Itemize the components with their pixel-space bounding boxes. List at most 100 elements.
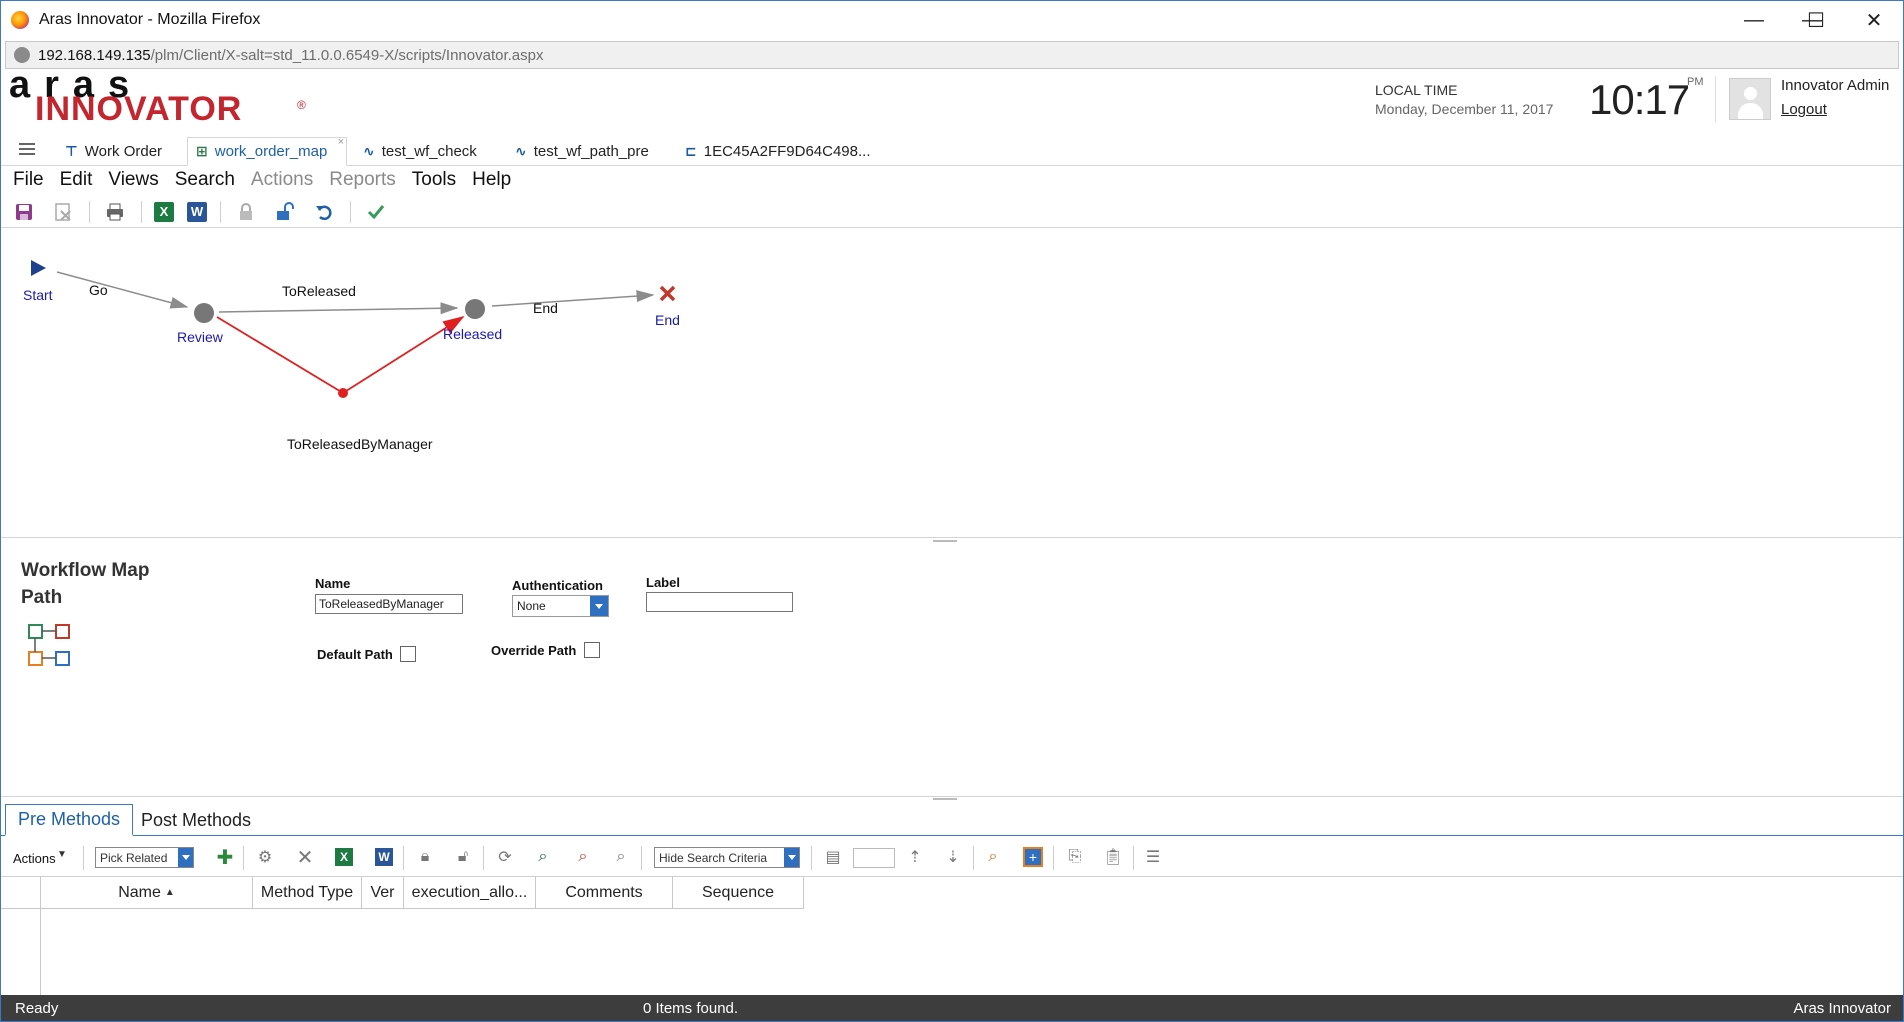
menu-help[interactable]: Help bbox=[472, 169, 511, 191]
pick-related-select[interactable]: Pick Related bbox=[95, 847, 194, 868]
menu-hamburger-icon[interactable] bbox=[19, 143, 35, 155]
chevron-down-icon[interactable] bbox=[178, 848, 193, 867]
node-label-end: End bbox=[655, 312, 680, 328]
label-field[interactable] bbox=[646, 592, 793, 612]
toolbar-divider bbox=[641, 846, 642, 870]
menu-actions[interactable]: Actions bbox=[251, 169, 313, 191]
path-bend-handle[interactable] bbox=[338, 388, 348, 398]
default-path-checkbox[interactable] bbox=[400, 646, 416, 662]
path-label-to-released: ToReleased bbox=[282, 283, 356, 299]
save-icon[interactable] bbox=[11, 199, 37, 225]
tab-pre-methods[interactable]: Pre Methods bbox=[5, 804, 134, 836]
word-icon[interactable]: W bbox=[187, 201, 207, 222]
status-bar: Ready 0 Items found. Aras Innovator bbox=[1, 995, 1903, 1021]
work-order-icon: ⊤ bbox=[65, 143, 78, 159]
tab-test-wf-path-pre[interactable]: ∿ test_wf_path_pre bbox=[507, 137, 657, 166]
column-header-method-type[interactable]: Method Type bbox=[252, 877, 362, 909]
close-button[interactable]: ✕ bbox=[1845, 1, 1903, 39]
structure-icon[interactable]: + bbox=[1023, 847, 1043, 867]
column-header-comments[interactable]: Comments bbox=[535, 877, 673, 909]
print-icon[interactable] bbox=[102, 199, 128, 225]
item-toolbar: X W bbox=[1, 196, 1903, 228]
find-in-grid-icon[interactable]: ⌕ bbox=[981, 845, 1005, 869]
delete-row-icon[interactable]: ✕ bbox=[293, 845, 317, 869]
undo-icon[interactable] bbox=[311, 199, 337, 225]
chevron-down-icon[interactable] bbox=[784, 848, 799, 867]
promote-icon[interactable]: ⟳ bbox=[493, 845, 517, 869]
pick-item-icon[interactable]: ⚙ bbox=[253, 845, 277, 869]
chevron-down-icon[interactable] bbox=[590, 596, 608, 616]
page-first-icon[interactable]: ▤ bbox=[821, 845, 845, 869]
menu-tools[interactable]: Tools bbox=[412, 169, 456, 191]
saved-search-icon[interactable]: ⌕ bbox=[609, 845, 633, 869]
columns-icon[interactable]: ☰ bbox=[1141, 845, 1165, 869]
toolbar-divider bbox=[403, 846, 404, 870]
unlock-icon[interactable]: 🔓︎ bbox=[451, 845, 475, 869]
menu-reports[interactable]: Reports bbox=[329, 169, 396, 191]
copy-icon[interactable]: ⎘ bbox=[1063, 845, 1087, 869]
menu-file[interactable]: File bbox=[13, 169, 44, 191]
tab-post-methods[interactable]: Post Methods bbox=[129, 804, 263, 836]
chevron-down-icon[interactable]: ▼ bbox=[57, 849, 67, 860]
lock-icon[interactable]: 🔒︎ bbox=[413, 845, 437, 869]
label-label: Label bbox=[646, 575, 680, 590]
status-state: Ready bbox=[15, 1000, 59, 1017]
menu-edit[interactable]: Edit bbox=[60, 169, 93, 191]
released-node[interactable] bbox=[465, 299, 485, 319]
clear-search-icon[interactable]: ⌕ bbox=[571, 845, 595, 869]
actions-menu[interactable]: Actions bbox=[13, 851, 56, 866]
address-bar[interactable]: 192.168.149.135/plm/Client/X-salt=std_11… bbox=[5, 41, 1899, 69]
column-header-name[interactable]: Name ▲ bbox=[40, 877, 253, 909]
authentication-select[interactable]: None bbox=[512, 595, 609, 617]
unlock-icon[interactable] bbox=[272, 199, 298, 225]
tab-test-wf-check[interactable]: ∿ test_wf_check bbox=[355, 137, 485, 166]
word-icon[interactable]: W bbox=[375, 848, 393, 866]
name-field[interactable] bbox=[315, 594, 463, 614]
relationship-tabs: Pre Methods Post Methods bbox=[1, 800, 1903, 836]
start-node-icon[interactable] bbox=[31, 260, 46, 276]
maximize-button[interactable]: ☐ bbox=[1787, 1, 1845, 39]
review-node[interactable] bbox=[194, 303, 214, 323]
tab-strip: ⊤ Work Order ⊞ work_order_map × ∿ test_w… bbox=[1, 133, 1903, 166]
path-to-released-by-manager[interactable] bbox=[216, 316, 465, 395]
tab-work-order[interactable]: ⊤ Work Order bbox=[57, 137, 170, 166]
done-icon[interactable] bbox=[363, 199, 389, 225]
search-icon[interactable]: ⌕ bbox=[531, 845, 555, 869]
page-down-icon[interactable]: ⇣ bbox=[941, 845, 965, 869]
tab-close-icon[interactable]: × bbox=[338, 136, 344, 148]
excel-icon[interactable]: X bbox=[335, 848, 353, 866]
page-up-icon[interactable]: ⇡ bbox=[903, 845, 927, 869]
add-row-icon[interactable]: ✚ bbox=[213, 845, 237, 869]
paste-icon[interactable]: 📋︎ bbox=[1101, 845, 1125, 869]
column-header-execution-allowed[interactable]: execution_allo... bbox=[403, 877, 536, 909]
override-path-checkbox[interactable] bbox=[584, 642, 600, 658]
excel-icon[interactable]: X bbox=[154, 201, 174, 222]
path-to-released[interactable] bbox=[218, 302, 459, 315]
pane-splitter[interactable] bbox=[1, 796, 1903, 797]
pane-splitter[interactable] bbox=[1, 537, 1903, 538]
tab-work-order-map[interactable]: ⊞ work_order_map × bbox=[187, 136, 347, 166]
lock-icon[interactable] bbox=[233, 199, 259, 225]
search-mode-select[interactable]: Hide Search Criteria bbox=[654, 847, 800, 868]
authentication-label: Authentication bbox=[512, 578, 603, 593]
minimize-button[interactable]: — bbox=[1725, 1, 1783, 39]
logo-innovator: INNOVATOR bbox=[35, 90, 243, 128]
discard-icon[interactable] bbox=[50, 199, 76, 225]
page-field[interactable] bbox=[853, 848, 895, 868]
avatar[interactable] bbox=[1729, 78, 1771, 120]
workflow-icon: ∿ bbox=[363, 143, 375, 159]
menu-views[interactable]: Views bbox=[108, 169, 158, 191]
logout-link[interactable]: Logout bbox=[1781, 101, 1827, 118]
tab-item-id[interactable]: ⊏ 1EC45A2FF9D64C498... bbox=[677, 137, 879, 166]
logo-registered-mark: ® bbox=[297, 98, 306, 112]
menu-search[interactable]: Search bbox=[175, 169, 235, 191]
workflow-map-canvas[interactable]: Start Go Review ToReleased Released End … bbox=[1, 231, 1903, 536]
path-end[interactable] bbox=[491, 290, 655, 307]
end-node-icon[interactable] bbox=[659, 285, 676, 302]
path-label-by-manager: ToReleasedByManager bbox=[287, 436, 433, 452]
column-header-sequence[interactable]: Sequence bbox=[672, 877, 804, 909]
path-go[interactable] bbox=[56, 271, 189, 309]
column-header-ver[interactable]: Ver bbox=[361, 877, 404, 909]
name-label: Name bbox=[315, 576, 351, 591]
user-name: Innovator Admin bbox=[1781, 77, 1890, 94]
